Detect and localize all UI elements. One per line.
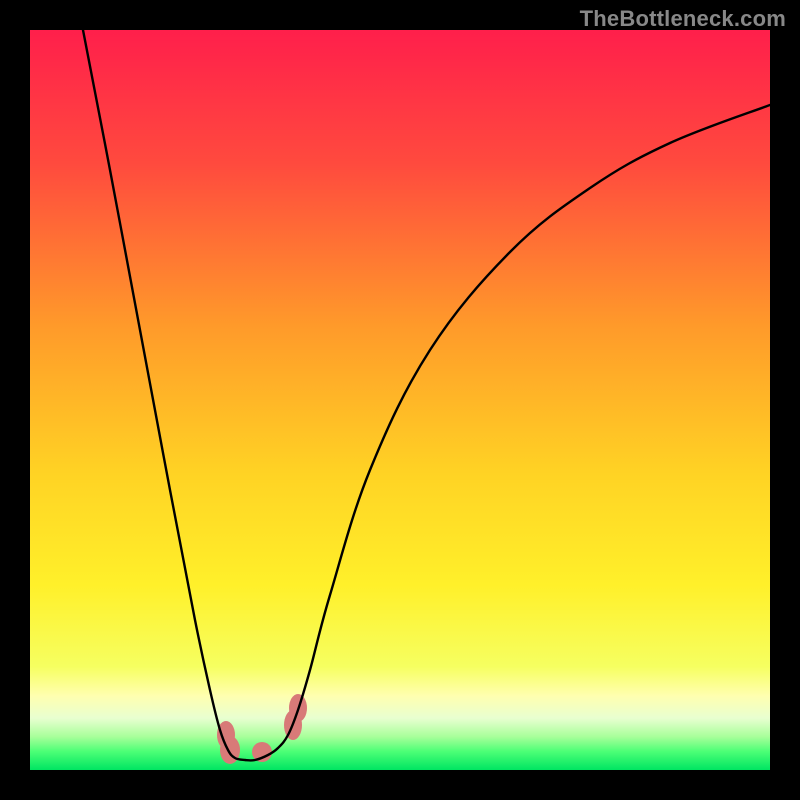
plot-area (30, 30, 770, 770)
watermark: TheBottleneck.com (580, 6, 786, 32)
bottleneck-curve (30, 30, 770, 770)
chart-frame: TheBottleneck.com (0, 0, 800, 800)
